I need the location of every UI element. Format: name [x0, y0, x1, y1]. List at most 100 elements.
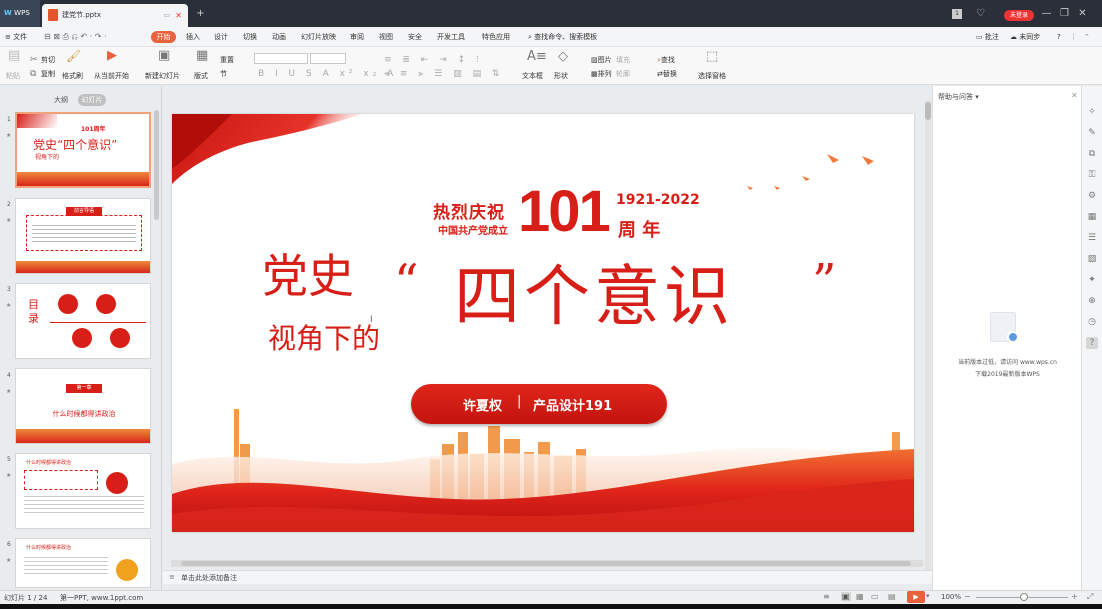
menu-design[interactable]: 设计 — [214, 27, 228, 47]
notes-toggle-icon[interactable]: ≡ — [823, 592, 830, 601]
help-icon[interactable]: ? — [1086, 337, 1098, 349]
annotate-button[interactable]: ▭ 批注 — [976, 27, 999, 47]
menu-file[interactable]: ≡ 文件 — [5, 27, 27, 47]
textbox-icon[interactable]: A≡ — [527, 50, 547, 63]
font-size-select[interactable] — [310, 53, 346, 64]
sparkle-icon[interactable]: ✧ — [1086, 106, 1098, 118]
outline-button[interactable]: 轮廓 — [616, 69, 630, 79]
layout-button[interactable]: 版式 — [194, 71, 208, 81]
table-icon[interactable]: ▦ — [1086, 211, 1098, 223]
menu-features[interactable]: 特色应用 — [482, 27, 510, 47]
style-icon[interactable]: ⧉ — [1086, 148, 1098, 160]
play-from-current-icon[interactable]: ▶ — [107, 49, 117, 62]
window-tab-icon[interactable]: ▭ — [163, 4, 170, 27]
horizontal-scrollbar[interactable] — [171, 560, 923, 567]
shape-icon[interactable]: ◇ — [558, 50, 568, 63]
shape-button[interactable]: 形状 — [554, 71, 568, 81]
animation-icon[interactable]: ✦ — [1086, 274, 1098, 286]
close-window-icon[interactable]: ✕ — [1076, 7, 1089, 20]
skin-icon[interactable]: ♡ — [974, 7, 987, 20]
user-icon[interactable]: 1 — [952, 9, 962, 19]
help-button[interactable]: ? — [1057, 27, 1061, 47]
close-panel-icon[interactable]: ✕ — [1071, 91, 1078, 100]
history-icon[interactable]: ◷ — [1086, 316, 1098, 328]
quick-access-icons[interactable]: ⊟ ⊠ ⎙ ⎌ ↶ · ↷ · — [44, 27, 107, 47]
zoom-in-icon[interactable]: + — [1071, 592, 1078, 601]
edit-icon[interactable]: ✎ — [1086, 127, 1098, 139]
slide-thumbnail-1[interactable]: 101周年 党史“四个意识” 视角下的 — [15, 112, 151, 188]
menu-insert[interactable]: 插入 — [186, 27, 200, 47]
scissors-icon[interactable]: ✂ — [30, 55, 38, 65]
fill-button[interactable]: 填充 — [616, 55, 630, 65]
normal-view-icon[interactable]: ▣ — [841, 592, 851, 601]
menu-security[interactable]: 安全 — [408, 27, 422, 47]
settings-icon[interactable]: ⚙ — [1086, 190, 1098, 202]
tab-slides[interactable]: 幻灯片 — [78, 94, 106, 106]
wps-home-tab[interactable]: W WPS — [0, 0, 40, 27]
image-icon[interactable]: ▨ — [1086, 253, 1098, 265]
paragraph-icons[interactable]: ≡ ≣ ⇤ ⇥ ↕ ⁝ — [384, 55, 483, 65]
zoom-slider-thumb[interactable] — [1020, 593, 1028, 601]
vertical-scrollbar[interactable] — [925, 100, 931, 580]
share-icon[interactable]: ⊕ — [1086, 295, 1098, 307]
menu-slideshow[interactable]: 幻灯片放映 — [301, 27, 336, 47]
dropdown-icon[interactable]: ▾ — [973, 93, 979, 101]
vertical-scroll-thumb[interactable] — [925, 102, 931, 120]
picture-button[interactable]: ▨图片 — [591, 55, 612, 65]
font-name-select[interactable] — [254, 53, 308, 64]
find-button[interactable]: ⌕查找 — [657, 55, 675, 65]
collapse-ribbon-icon[interactable]: ⌃ — [1084, 27, 1090, 47]
menu-developer[interactable]: 开发工具 — [437, 27, 465, 47]
reset-button[interactable]: 重置 — [220, 55, 234, 65]
copy-button[interactable]: 复制 — [41, 69, 55, 79]
maximize-icon[interactable]: ❐ — [1058, 7, 1071, 20]
horizontal-scroll-thumb[interactable] — [181, 561, 911, 566]
document-tab[interactable]: 建党节.pptx ✕ ▭ — [42, 4, 188, 27]
section-button[interactable]: 节 — [220, 69, 227, 79]
new-tab-icon[interactable]: + — [194, 7, 207, 20]
notes-page-icon[interactable]: ▤ — [888, 592, 896, 601]
menu-transition[interactable]: 切换 — [243, 27, 257, 47]
play-dropdown-icon[interactable]: ▾ — [926, 592, 930, 600]
command-search[interactable]: ⌕ 查找命令、搜索模板 — [528, 27, 597, 47]
lock-icon[interactable]: ⚿ — [1086, 169, 1098, 181]
menu-review[interactable]: 审阅 — [350, 27, 364, 47]
copy-icon[interactable]: ⧉ — [30, 69, 36, 79]
minimize-icon[interactable]: — — [1040, 7, 1053, 20]
font-style-icons[interactable]: B I U S A x² x₂ A — [258, 69, 397, 79]
slide-thumbnail-5[interactable]: 什么时候都得讲政治 — [15, 453, 151, 529]
slide-canvas[interactable]: 热烈庆祝 中国共产党成立 101 1921-2022 周 年 党史 “ 四个意识… — [172, 114, 914, 532]
play-slideshow-button[interactable]: ▶ — [907, 591, 925, 603]
select-pane-button[interactable]: 选择窗格 — [698, 71, 726, 81]
sorter-view-icon[interactable]: ▦ — [856, 592, 864, 601]
slide-thumbnail-6[interactable]: 什么时候都得讲政治 — [15, 538, 151, 588]
select-pane-icon[interactable]: ⬚ — [706, 50, 718, 63]
menu-home[interactable]: 开始 — [151, 31, 176, 43]
paste-icon[interactable]: ▤ — [8, 49, 20, 62]
notes-placeholder[interactable]: 单击此处添加备注 — [181, 573, 237, 583]
play-from-current-button[interactable]: 从当前开始 — [94, 71, 129, 81]
sync-button[interactable]: ☁ 未同步 — [1010, 27, 1040, 47]
slide-thumbnail-2[interactable]: 前言导语 — [15, 198, 151, 274]
layers-icon[interactable]: ☰ — [1086, 232, 1098, 244]
tab-outline[interactable]: 大纲 — [50, 94, 72, 106]
notes-bar[interactable]: ≡ 单击此处添加备注 — [163, 570, 932, 584]
zoom-out-icon[interactable]: − — [964, 592, 971, 601]
zoom-level[interactable]: 100% — [941, 593, 961, 601]
replace-button[interactable]: ⇄替换 — [657, 69, 677, 79]
slide-thumbnail-3[interactable]: 目录 — [15, 283, 151, 359]
slide-thumbnail-4[interactable]: 第一章 什么时候都得讲政治 — [15, 368, 151, 444]
textbox-button[interactable]: 文本框 — [522, 71, 543, 81]
menu-animation[interactable]: 动画 — [272, 27, 286, 47]
cut-button[interactable]: 剪切 — [41, 55, 55, 65]
new-slide-icon[interactable]: ▣ — [158, 49, 170, 62]
close-tab-icon[interactable]: ✕ — [175, 4, 182, 27]
align-icons[interactable]: ⫷ ≡ ⫸ ☰ ▥ ▤ ⇅ — [384, 69, 503, 79]
slides-scrollbar[interactable] — [154, 110, 159, 220]
reading-view-icon[interactable]: ▭ — [871, 592, 879, 601]
new-slide-button[interactable]: 新建幻灯片 — [145, 71, 180, 81]
paste-button[interactable]: 粘贴 — [6, 71, 20, 81]
fit-window-icon[interactable]: ⤢ — [1087, 592, 1093, 602]
more-icon[interactable]: ⋮ — [1070, 27, 1077, 47]
menu-view[interactable]: 视图 — [379, 27, 393, 47]
